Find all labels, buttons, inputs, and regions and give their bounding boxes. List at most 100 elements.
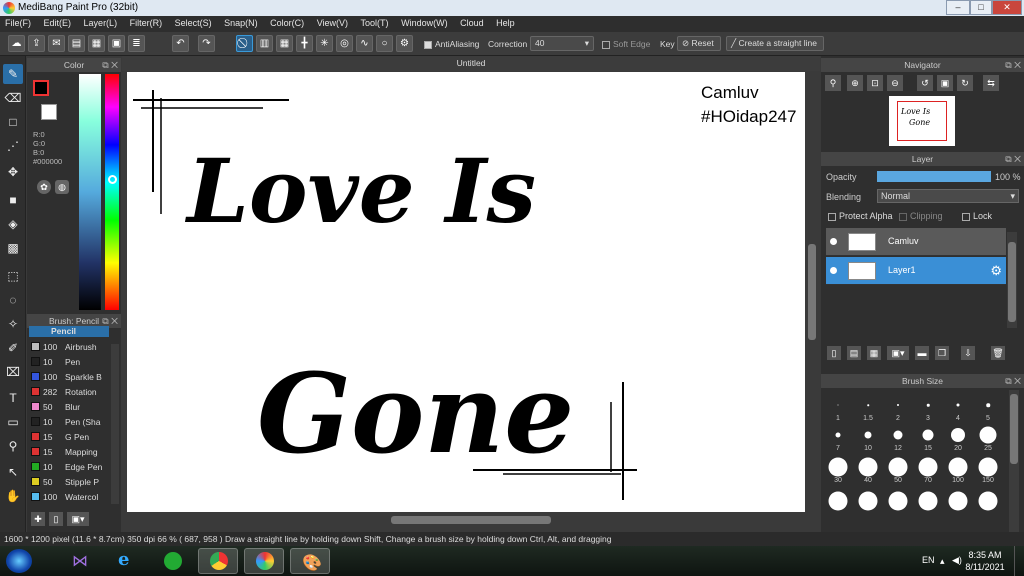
brush-size-option[interactable] (973, 486, 1003, 516)
hand-tool-icon[interactable]: ✋ (3, 486, 23, 506)
canvas-hscroll-thumb[interactable] (391, 516, 551, 524)
correction-select[interactable]: 40 ▾ (530, 36, 594, 51)
eyedropper-tool-icon[interactable]: ⚲ (3, 436, 23, 456)
comment-icon[interactable]: ✉ (48, 35, 65, 52)
brush-size-option[interactable]: 10 (853, 420, 883, 452)
reset-view-icon[interactable]: ▣ (937, 75, 953, 91)
hue-handle[interactable] (108, 175, 117, 184)
drawing-canvas[interactable]: Love Is Gone Camluv #HOidap247 (127, 72, 805, 512)
brush-size-scrollbar[interactable] (1009, 390, 1019, 532)
palette-icon[interactable]: ✿ (37, 180, 51, 194)
brush-item[interactable]: 282 Rotation (29, 385, 109, 400)
antialiasing-toggle[interactable]: AntiAliasing (424, 39, 479, 49)
brightness-slider[interactable] (79, 74, 101, 310)
panel-close-icon[interactable]: ⧉ ✕ (102, 58, 118, 72)
brush-size-option[interactable]: 2 (883, 390, 913, 422)
select-eraser-tool-icon[interactable]: ⌧ (3, 362, 23, 382)
navigator-preview[interactable]: Love Is Gone (889, 96, 955, 146)
brush-size-option[interactable]: 15 (913, 420, 943, 452)
canvas-tab[interactable]: Untitled (122, 56, 820, 71)
panel-close-icon[interactable]: ⧉ ✕ (1005, 374, 1021, 388)
brush-item[interactable]: 15 Mapping (29, 445, 109, 460)
panel-close-icon[interactable]: ⧉ ✕ (1005, 58, 1021, 72)
maximize-button[interactable]: □ (970, 0, 992, 15)
dot-tool-icon[interactable]: ⋰ (3, 136, 23, 156)
divide-tool-icon[interactable]: ▭ (3, 412, 23, 432)
save-icon[interactable]: ▦ (88, 35, 105, 52)
brush-item[interactable]: 10 Pen (Sha (29, 415, 109, 430)
hue-slider[interactable] (105, 74, 119, 310)
brush-item[interactable]: 10 Edge Pen (29, 460, 109, 475)
undo-icon[interactable]: ↶ (172, 35, 189, 52)
curve-snap-icon[interactable]: ∿ (356, 35, 373, 52)
brush-size-option[interactable]: 7 (823, 420, 853, 452)
brush-size-option[interactable]: 25 (973, 420, 1003, 452)
primary-color-swatch[interactable] (33, 80, 49, 96)
circle-snap-icon[interactable]: ○ (376, 35, 393, 52)
text-tool-icon[interactable]: T (3, 388, 23, 408)
zoom-in-icon[interactable]: ⊕ (847, 75, 863, 91)
brush-size-scroll-thumb[interactable] (1010, 394, 1018, 464)
menu-file[interactable]: File(F) (0, 16, 36, 30)
brush-size-option[interactable]: 4 (943, 390, 973, 422)
new-layer-icon[interactable]: ▯ (827, 346, 841, 360)
new-halftone-layer-icon[interactable]: ▤ (847, 346, 861, 360)
menu-filter[interactable]: Filter(R) (125, 16, 168, 30)
gear-icon[interactable]: ⚙ (990, 263, 1002, 279)
brush-item[interactable]: 10 Pen (29, 355, 109, 370)
taskbar-ie-icon[interactable]: e (106, 548, 146, 574)
flip-icon[interactable]: ⇆ (983, 75, 999, 91)
rotate-left-icon[interactable]: ↺ (917, 75, 933, 91)
brush-size-option[interactable] (823, 486, 853, 516)
rotate-right-icon[interactable]: ↻ (957, 75, 973, 91)
brush-item[interactable]: 50 Stipple P (29, 475, 109, 490)
brush-item[interactable]: 15 G Pen (29, 430, 109, 445)
layer-list-scrollbar[interactable] (1007, 232, 1017, 328)
brush-size-option[interactable]: 40 (853, 452, 883, 484)
menu-color[interactable]: Color(C) (265, 16, 309, 30)
opacity-slider[interactable] (877, 171, 991, 182)
menu-select[interactable]: Select(S) (170, 16, 217, 30)
taskbar-paint-icon[interactable]: 🎨 (290, 548, 330, 574)
start-button[interactable] (6, 549, 32, 573)
menu-layer[interactable]: Layer(L) (79, 16, 123, 30)
snap-off-icon[interactable]: ⃠ (236, 35, 253, 52)
new-file-icon[interactable]: ▤ (68, 35, 85, 52)
parallel-snap-icon[interactable]: ▥ (256, 35, 273, 52)
menu-tool[interactable]: Tool(T) (356, 16, 394, 30)
operation-tool-icon[interactable]: ↖ (3, 462, 23, 482)
brush-item[interactable]: 100 Watercol (29, 490, 109, 505)
brush-file-icon[interactable]: ▯ (49, 512, 63, 526)
layer-item-layer1[interactable]: Layer1 ⚙ (826, 257, 1006, 285)
brush-size-option[interactable] (913, 486, 943, 516)
reset-button[interactable]: ⊘ Reset (677, 36, 721, 51)
brush-size-option[interactable] (883, 486, 913, 516)
brush-list-scrollbar[interactable] (111, 344, 119, 504)
brush-tool-icon[interactable]: ✎ (3, 64, 23, 84)
zoom-icon[interactable]: ⚲ (825, 75, 841, 91)
layer-item-camluv[interactable]: Camluv (826, 228, 1006, 256)
brush-size-option[interactable]: 30 (823, 452, 853, 484)
brush-menu-icon[interactable]: ▣▾ (67, 512, 89, 526)
cross-snap-icon[interactable]: ╋ (296, 35, 313, 52)
lock-checkbox[interactable]: Lock (962, 211, 992, 221)
visibility-icon[interactable] (830, 238, 837, 245)
close-button[interactable]: ✕ (992, 0, 1022, 15)
menu-cloud[interactable]: Cloud (455, 16, 489, 30)
brush-size-option[interactable]: 1 (823, 390, 853, 422)
menu-help[interactable]: Help (491, 16, 520, 30)
tray-arrow-icon[interactable]: ▴ (940, 556, 945, 567)
brush-item[interactable]: 100 Sparkle B (29, 370, 109, 385)
blending-select[interactable]: Normal ▾ (877, 189, 1019, 203)
visibility-icon[interactable] (830, 267, 837, 274)
brush-size-option[interactable]: 150 (973, 452, 1003, 484)
taskbar-coccoc-icon[interactable] (152, 548, 192, 574)
brush-size-option[interactable]: 12 (883, 420, 913, 452)
clipping-checkbox[interactable]: Clipping (899, 211, 943, 221)
menu-window[interactable]: Window(W) (396, 16, 453, 30)
material-icon[interactable]: ▣ (108, 35, 125, 52)
canvas-vscroll[interactable] (805, 72, 819, 512)
concentric-snap-icon[interactable]: ◎ (336, 35, 353, 52)
move-tool-icon[interactable]: ✥ (3, 162, 23, 182)
snap-settings-icon[interactable]: ⚙ (396, 35, 413, 52)
